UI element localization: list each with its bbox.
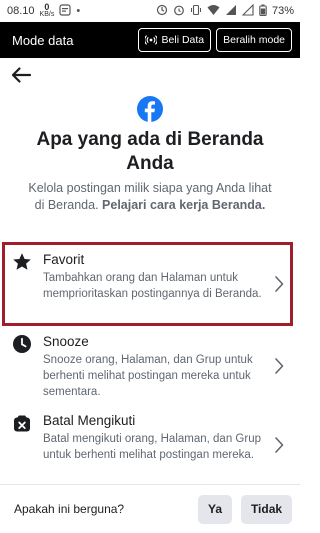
signal-icon-2 bbox=[241, 3, 254, 19]
option-unfollow[interactable]: Batal Mengikuti Batal mengikuti orang, H… bbox=[0, 412, 300, 463]
option-snooze[interactable]: Snooze Snooze orang, Halaman, dan Grup u… bbox=[0, 333, 300, 400]
chevron-right-icon bbox=[275, 437, 284, 453]
network-speed-value: 0 bbox=[44, 2, 50, 12]
buy-data-label: Beli Data bbox=[161, 34, 205, 46]
battery-level: 73% bbox=[271, 5, 294, 17]
signal-icon bbox=[225, 4, 237, 19]
back-arrow-icon[interactable] bbox=[10, 66, 32, 84]
switch-mode-label: Beralih mode bbox=[223, 34, 285, 46]
yes-button[interactable]: Ya bbox=[198, 494, 232, 524]
status-bar: 08.10 0 KB/s • 73% bbox=[0, 0, 300, 22]
dots-icon: • bbox=[76, 5, 81, 17]
no-button[interactable]: Tidak bbox=[241, 494, 292, 524]
switch-mode-button[interactable]: Beralih mode bbox=[216, 28, 292, 52]
vibrate-icon bbox=[190, 4, 202, 19]
wifi-icon bbox=[207, 4, 220, 19]
network-speed-unit: KB/s bbox=[39, 11, 55, 18]
highlight-box bbox=[2, 242, 293, 326]
unfollow-icon bbox=[14, 415, 30, 432]
data-mode-bar: Mode data Beli Data Beralih mode bbox=[0, 22, 300, 58]
buy-data-button[interactable]: Beli Data bbox=[137, 28, 212, 52]
feedback-bar: Apakah ini berguna? Ya Tidak bbox=[0, 484, 300, 533]
broadcast-icon bbox=[144, 35, 157, 45]
feedback-question: Apakah ini berguna? bbox=[14, 502, 125, 516]
battery-icon bbox=[259, 4, 267, 19]
chevron-right-icon bbox=[275, 358, 284, 374]
option-title: Snooze bbox=[43, 334, 89, 349]
data-mode-title: Mode data bbox=[12, 32, 74, 48]
page-description: Kelola postingan milik siapa yang Anda l… bbox=[22, 180, 278, 214]
notification-icon bbox=[59, 3, 71, 19]
option-description: Batal mengikuti orang, Halaman, dan Grup… bbox=[43, 433, 261, 461]
page-title: Apa yang ada di Beranda Anda bbox=[36, 129, 264, 174]
learn-more-link[interactable]: Pelajari cara kerja Beranda. bbox=[102, 198, 265, 212]
network-speed: 0 KB/s bbox=[39, 2, 55, 19]
option-title: Batal Mengikuti bbox=[43, 413, 136, 428]
sync-icon bbox=[156, 4, 168, 19]
status-time: 08.10 bbox=[7, 5, 35, 17]
option-description: Snooze orang, Halaman, dan Grup untuk be… bbox=[43, 354, 253, 398]
alarm-icon bbox=[173, 4, 185, 19]
clock-icon bbox=[13, 335, 31, 353]
facebook-logo-icon bbox=[137, 96, 163, 122]
